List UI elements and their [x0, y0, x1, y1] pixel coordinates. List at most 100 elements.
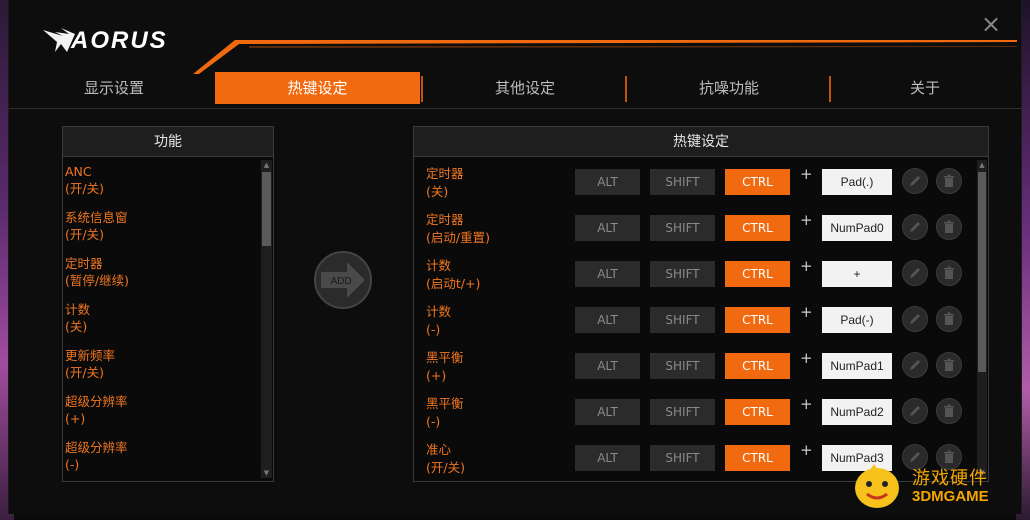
watermark-mascot-icon — [855, 464, 899, 508]
delete-button[interactable] — [936, 168, 962, 194]
key-field[interactable]: Pad(-) — [822, 307, 892, 333]
ctrl-toggle-button[interactable]: CTRL — [725, 261, 790, 287]
tab-label: 热键设定 — [287, 79, 348, 97]
shift-toggle-button[interactable]: SHIFT — [650, 261, 715, 287]
edit-button[interactable] — [902, 260, 928, 286]
list-item[interactable]: ANC (开/关) — [65, 160, 259, 206]
hotkey-function-state: (启动t/+) — [426, 276, 481, 291]
shift-toggle-button[interactable]: SHIFT — [650, 445, 715, 471]
key-field[interactable]: NumPad0 — [822, 215, 892, 241]
alt-toggle-button[interactable]: ALT — [575, 399, 640, 425]
list-item[interactable]: 定时器 (暂停/继续) — [65, 252, 259, 298]
functions-list: ANC (开/关) 系统信息窗 (开/关) 定时器 (暂停/继续) 计数 (关) 更新频… — [65, 160, 259, 478]
hotkey-function-state: (启动/重置) — [426, 230, 490, 245]
alt-toggle-button[interactable]: ALT — [575, 445, 640, 471]
add-button-label: ADD — [330, 276, 351, 287]
tab-bar: 显示设置 热键设定 其他设定 抗噪功能 关于 — [9, 72, 1023, 108]
shift-toggle-button[interactable]: SHIFT — [650, 169, 715, 195]
delete-button[interactable] — [936, 398, 962, 424]
trash-icon — [944, 266, 954, 279]
hotkey-function-state: (-) — [426, 322, 441, 337]
list-item[interactable]: 更新频率 (开/关) — [65, 344, 259, 390]
hotkey-function-name: 黑平衡 — [426, 396, 464, 411]
alt-toggle-button[interactable]: ALT — [575, 353, 640, 379]
tab-label: 显示设置 — [83, 79, 144, 97]
tab-label: 关于 — [909, 79, 940, 97]
trash-icon — [944, 220, 954, 233]
functions-panel-title: 功能 — [63, 127, 273, 157]
list-item[interactable]: 系统信息窗 (开/关) — [65, 206, 259, 252]
alt-toggle-button[interactable]: ALT — [575, 169, 640, 195]
hotkey-row: 计数 (启动t/+) ALT SHIFT CTRL + + — [414, 251, 970, 297]
function-state: (关) — [65, 319, 88, 334]
edit-button[interactable] — [902, 214, 928, 240]
tab-noise-cancel[interactable]: 抗噪功能 — [629, 72, 829, 104]
scroll-up-icon[interactable]: ▲ — [261, 160, 272, 170]
hotkey-label: 定时器 (启动/重置) — [426, 211, 556, 247]
tab-about[interactable]: 关于 — [833, 72, 1017, 104]
function-state: (暂停/继续) — [65, 273, 129, 288]
key-field[interactable]: NumPad1 — [822, 353, 892, 379]
delete-button[interactable] — [936, 352, 962, 378]
delete-button[interactable] — [936, 306, 962, 332]
close-button[interactable]: × — [979, 12, 1003, 36]
alt-toggle-button[interactable]: ALT — [575, 307, 640, 333]
tab-separator — [421, 76, 423, 102]
edit-button[interactable] — [902, 398, 928, 424]
functions-panel: 功能 ANC (开/关) 系统信息窗 (开/关) 定时器 (暂停/继续) 计数 (关) … — [62, 126, 274, 482]
hotkey-function-state: (+) — [426, 368, 447, 383]
scroll-down-icon[interactable]: ▼ — [261, 468, 272, 478]
ctrl-toggle-button[interactable]: CTRL — [725, 307, 790, 333]
hotkey-row: 计数 (-) ALT SHIFT CTRL + Pad(-) — [414, 297, 970, 343]
function-name: 定时器 — [65, 256, 103, 271]
ctrl-toggle-button[interactable]: CTRL — [725, 215, 790, 241]
key-field[interactable]: NumPad2 — [822, 399, 892, 425]
hotkey-label: 计数 (-) — [426, 303, 556, 339]
edit-button[interactable] — [902, 306, 928, 332]
alt-toggle-button[interactable]: ALT — [575, 261, 640, 287]
function-name: 系统信息窗 — [65, 210, 128, 225]
tab-display-settings[interactable]: 显示设置 — [29, 72, 199, 104]
shift-toggle-button[interactable]: SHIFT — [650, 215, 715, 241]
list-item[interactable]: 计数 (关) — [65, 298, 259, 344]
orange-swoosh-decoration — [193, 40, 1017, 74]
functions-scrollbar[interactable]: ▲ ▼ — [261, 160, 272, 478]
key-field[interactable]: Pad(.) — [822, 169, 892, 195]
tab-hotkey-settings[interactable]: 热键设定 — [215, 72, 420, 104]
function-state: (-) — [65, 457, 80, 472]
ctrl-toggle-button[interactable]: CTRL — [725, 353, 790, 379]
delete-button[interactable] — [936, 260, 962, 286]
pencil-icon — [910, 176, 920, 186]
plus-sign: + — [800, 303, 813, 321]
ctrl-toggle-button[interactable]: CTRL — [725, 445, 790, 471]
key-field[interactable]: + — [822, 261, 892, 287]
shift-toggle-button[interactable]: SHIFT — [650, 353, 715, 379]
hotkey-panel-title: 热键设定 — [414, 127, 988, 157]
function-state: (开/关) — [65, 227, 104, 242]
hotkey-scrollbar[interactable]: ▲ ▼ — [977, 160, 987, 478]
hotkey-function-name: 黑平衡 — [426, 350, 464, 365]
scrollbar-thumb[interactable] — [262, 172, 271, 246]
trash-icon — [944, 358, 954, 371]
function-state: (开/关) — [65, 181, 104, 196]
add-button[interactable]: ADD — [313, 250, 373, 310]
hotkey-label: 黑平衡 (-) — [426, 395, 556, 431]
scrollbar-thumb[interactable] — [978, 172, 986, 372]
hotkey-function-name: 计数 — [426, 258, 452, 273]
hotkey-label: 定时器 (关) — [426, 165, 556, 201]
ctrl-toggle-button[interactable]: CTRL — [725, 399, 790, 425]
shift-toggle-button[interactable]: SHIFT — [650, 307, 715, 333]
list-item[interactable]: 超级分辨率 (+) — [65, 390, 259, 436]
hotkey-label: 计数 (启动t/+) — [426, 257, 556, 293]
edit-button[interactable] — [902, 168, 928, 194]
shift-toggle-button[interactable]: SHIFT — [650, 399, 715, 425]
tab-other-settings[interactable]: 其他设定 — [425, 72, 625, 104]
function-name: ANC — [65, 164, 92, 179]
app-logo-text: AORUS — [71, 27, 168, 54]
ctrl-toggle-button[interactable]: CTRL — [725, 169, 790, 195]
list-item[interactable]: 超级分辨率 (-) — [65, 436, 259, 478]
scroll-up-icon[interactable]: ▲ — [977, 160, 987, 170]
alt-toggle-button[interactable]: ALT — [575, 215, 640, 241]
delete-button[interactable] — [936, 214, 962, 240]
edit-button[interactable] — [902, 352, 928, 378]
